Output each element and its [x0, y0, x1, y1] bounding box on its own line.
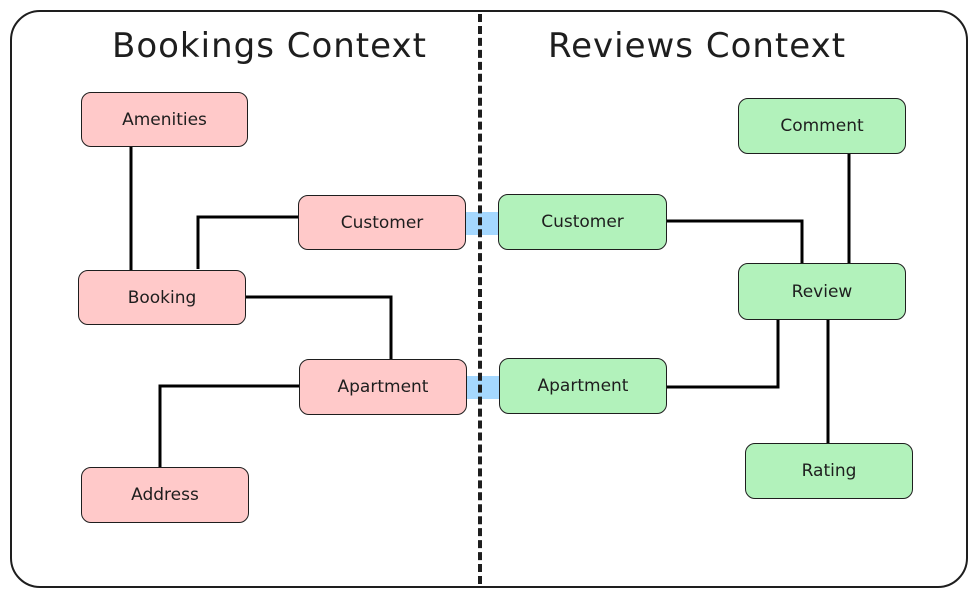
node-label: Customer: [541, 212, 624, 232]
node-label: Address: [131, 485, 199, 505]
edge-customer-booking: [196, 215, 299, 269]
node-label: Apartment: [537, 376, 629, 396]
node-label: Rating: [801, 461, 857, 481]
bridge-customer: [466, 212, 500, 235]
bookings-context-title: Bookings Context: [112, 26, 427, 66]
node-amenities[interactable]: Amenities: [81, 92, 248, 147]
node-comment[interactable]: Comment: [738, 98, 906, 154]
edge-rcustomer-review: [666, 219, 804, 265]
edge-rapartment-review: [667, 319, 780, 389]
node-label: Customer: [340, 212, 424, 233]
node-bookings-apartment[interactable]: Apartment: [299, 359, 467, 415]
edge-apartment-address: [158, 384, 299, 467]
node-booking[interactable]: Booking: [78, 270, 246, 325]
context-divider: [478, 14, 482, 584]
node-rating[interactable]: Rating: [745, 443, 913, 499]
node-reviews-apartment[interactable]: Apartment: [499, 358, 667, 414]
node-bookings-customer[interactable]: Customer: [298, 195, 466, 250]
node-review[interactable]: Review: [738, 263, 906, 320]
node-address[interactable]: Address: [81, 467, 249, 523]
node-reviews-customer[interactable]: Customer: [498, 194, 667, 250]
bridge-apartment: [466, 376, 500, 399]
node-label: Review: [791, 281, 853, 302]
reviews-context-title: Reviews Context: [548, 26, 847, 66]
node-label: Amenities: [122, 109, 207, 130]
node-label: Comment: [780, 116, 864, 136]
edge-booking-apartment: [245, 295, 393, 359]
node-label: Booking: [127, 287, 197, 308]
node-label: Apartment: [337, 377, 429, 397]
